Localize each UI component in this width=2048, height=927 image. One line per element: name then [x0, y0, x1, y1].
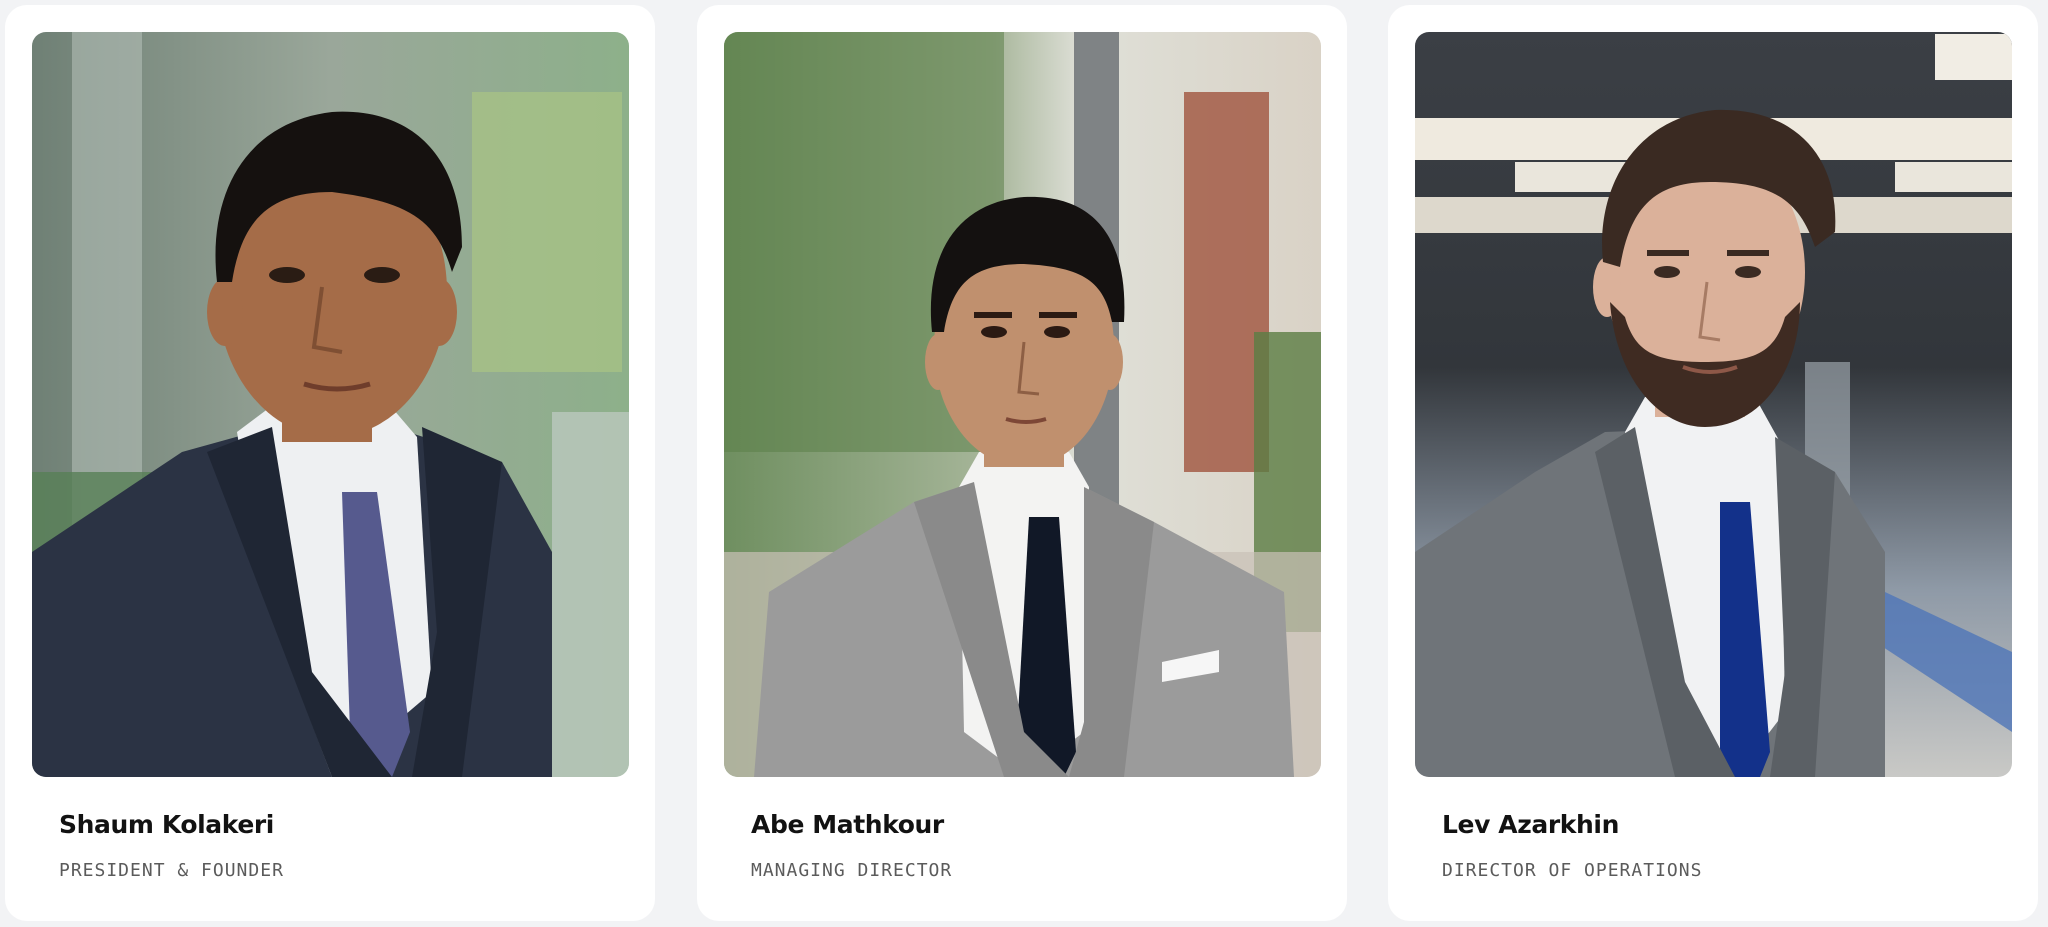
portrait-image	[1415, 32, 2012, 777]
team-member-card[interactable]: Abe Mathkour MANAGING DIRECTOR	[697, 5, 1347, 921]
team-member-role: PRESIDENT & FOUNDER	[59, 860, 284, 881]
team-member-photo	[724, 32, 1321, 777]
portrait-image	[32, 32, 629, 777]
team-member-name: Abe Mathkour	[751, 810, 944, 839]
team-member-role: DIRECTOR OF OPERATIONS	[1442, 860, 1703, 881]
team-member-photo	[1415, 32, 2012, 777]
team-member-name: Shaum Kolakeri	[59, 810, 274, 839]
team-grid: Shaum Kolakeri PRESIDENT & FOUNDER Abe M…	[0, 0, 2048, 927]
team-member-card[interactable]: Lev Azarkhin DIRECTOR OF OPERATIONS	[1388, 5, 2038, 921]
team-member-photo	[32, 32, 629, 777]
team-member-name: Lev Azarkhin	[1442, 810, 1619, 839]
team-member-role: MANAGING DIRECTOR	[751, 860, 953, 881]
team-member-card[interactable]: Shaum Kolakeri PRESIDENT & FOUNDER	[5, 5, 655, 921]
portrait-image	[724, 32, 1321, 777]
